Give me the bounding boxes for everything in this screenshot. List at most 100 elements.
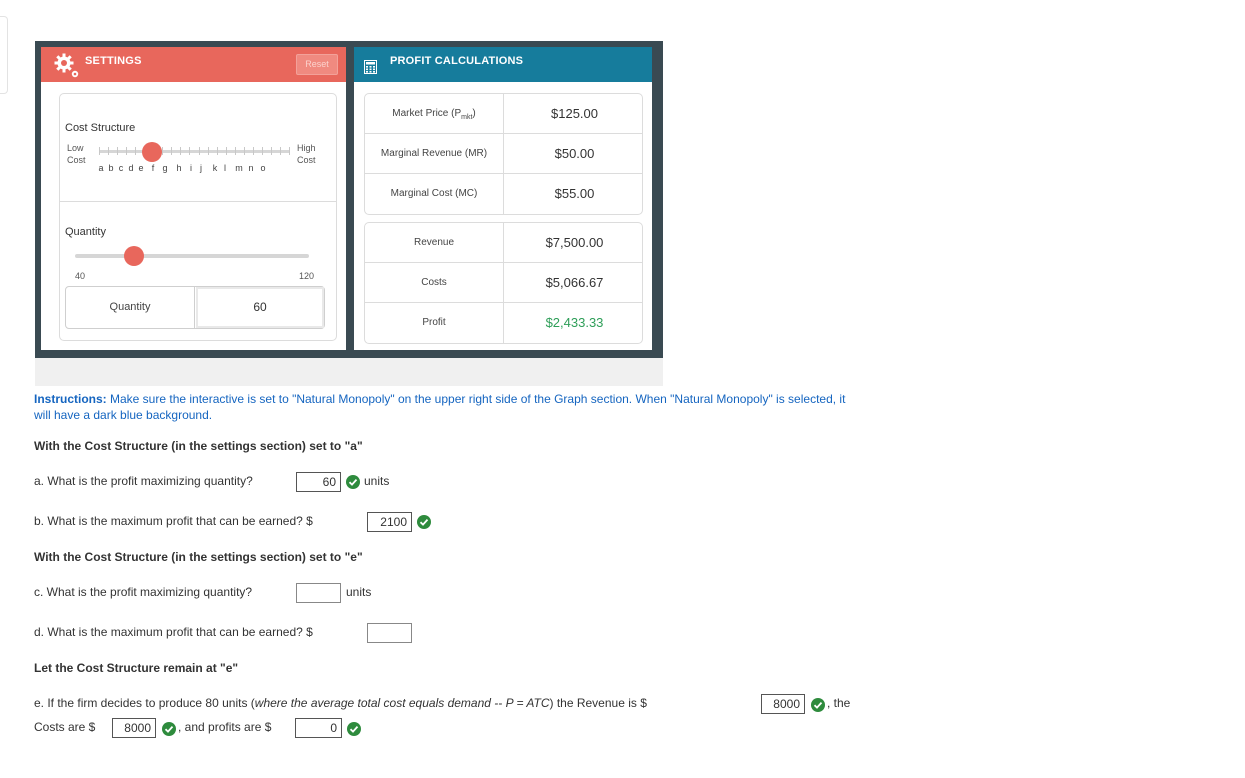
instructions: Instructions: Make sure the interactive … [34, 391, 854, 423]
slider-tick [243, 147, 245, 155]
settings-controls: Cost Structure Low Cost High Cost abcdef… [59, 93, 337, 341]
quantity-slider-track[interactable] [75, 254, 309, 258]
market-price-subscript: mkt [461, 114, 473, 121]
left-edge-strip [0, 16, 8, 94]
cost-structure-option[interactable]: j [196, 163, 206, 173]
answer-e-revenue-input[interactable]: 8000 [761, 694, 805, 714]
question-e-start: e. If the firm decides to produce 80 uni… [34, 696, 255, 710]
answer-c-input[interactable] [296, 583, 341, 603]
cost-structure-option[interactable]: a [96, 163, 106, 173]
widget-frame: SETTINGS Reset Cost Structure Low Cost H… [35, 41, 663, 358]
slider-tick [289, 147, 290, 155]
profit-label: Profit [365, 303, 504, 343]
table-row: Marginal Cost (MC) $55.00 [365, 174, 642, 214]
revenue-value: $7,500.00 [545, 235, 604, 250]
marginal-cost-label: Marginal Cost (MC) [365, 174, 504, 214]
high-cost-line-2: Cost [297, 155, 316, 165]
market-price-value: $125.00 [551, 106, 598, 121]
slider-tick [252, 147, 254, 155]
slider-tick [189, 147, 191, 155]
reset-button[interactable]: Reset [296, 54, 338, 75]
question-a: a. What is the profit maximizing quantit… [34, 474, 253, 488]
cost-structure-slider-thumb[interactable] [142, 142, 162, 162]
cost-structure-option[interactable]: f [148, 163, 158, 173]
question-c: c. What is the profit maximizing quantit… [34, 585, 253, 599]
cost-structure-slider-track[interactable] [99, 150, 289, 153]
question-b: b. What is the maximum profit that can b… [34, 514, 313, 528]
revenue-label: Revenue [365, 223, 504, 262]
cost-structure-option[interactable]: h [174, 163, 184, 173]
cost-structure-option[interactable]: o [258, 163, 268, 173]
question-e: e. If the firm decides to produce 80 uni… [34, 696, 647, 710]
profit-calculations-panel: PROFIT CALCULATIONS Market Price (Pmkt) … [354, 47, 652, 350]
answer-e-costs-input[interactable]: 8000 [112, 718, 156, 738]
check-icon [417, 515, 431, 529]
quantity-min-label: 40 [75, 271, 86, 281]
slider-tick [207, 147, 209, 155]
table-row: Costs $5,066.67 [365, 263, 642, 303]
table-row: Revenue $7,500.00 [365, 223, 642, 263]
quantity-slider-thumb[interactable] [124, 246, 144, 266]
costs-value: $5,066.67 [545, 275, 604, 290]
cost-structure-option[interactable]: m [234, 163, 244, 173]
cost-structure-option[interactable]: l [220, 163, 230, 173]
settings-title: SETTINGS [85, 55, 142, 67]
cost-structure-option[interactable]: b [106, 163, 116, 173]
settings-header: SETTINGS Reset [41, 47, 346, 82]
slider-tick [99, 147, 100, 155]
marginal-cost-value: $55.00 [554, 186, 595, 201]
check-icon [162, 722, 176, 736]
table-row: Marginal Revenue (MR) $50.00 [365, 134, 642, 174]
high-cost-line-1: High [297, 143, 316, 153]
heading-remain-e: Let the Cost Structure remain at "e" [34, 661, 239, 675]
table-row: Profit $2,433.33 [365, 303, 642, 343]
slider-tick [126, 147, 128, 155]
slider-tick [108, 147, 110, 155]
cost-structure-option[interactable]: c [116, 163, 126, 173]
monopoly-widget: SETTINGS Reset Cost Structure Low Cost H… [35, 41, 663, 386]
check-icon [811, 698, 825, 712]
question-e-costs: Costs are $ [34, 720, 96, 734]
market-price-text: Market Price (P [392, 108, 462, 119]
quantity-label: Quantity [65, 226, 106, 238]
quantity-input[interactable]: 60 [196, 287, 324, 328]
answer-a-unit: units [364, 474, 390, 488]
answer-e-profits-input[interactable]: 0 [295, 718, 342, 738]
marginal-revenue-label: Marginal Revenue (MR) [365, 134, 504, 173]
slider-tick [279, 147, 281, 155]
quantity-max-label: 120 [299, 271, 315, 281]
slider-tick [135, 147, 137, 155]
slider-tick [261, 147, 263, 155]
profit-calculations-title: PROFIT CALCULATIONS [390, 55, 524, 67]
calculator-icon [364, 60, 377, 74]
profit-table: Revenue $7,500.00 Costs $5,066.67 Profit… [364, 222, 643, 344]
answer-d-input[interactable] [367, 623, 412, 643]
slider-tick [270, 147, 272, 155]
cost-structure-option[interactable]: n [246, 163, 256, 173]
costs-label: Costs [365, 263, 504, 302]
high-cost-label: High Cost [297, 142, 316, 166]
slider-tick [216, 147, 218, 155]
question-e-italic: where the average total cost equals dema… [254, 696, 550, 710]
marginal-revenue-value: $50.00 [554, 146, 595, 161]
low-cost-line-1: Low [67, 143, 84, 153]
answer-b-input[interactable]: 2100 [367, 512, 412, 532]
slider-tick [198, 147, 200, 155]
gear-icon [54, 53, 79, 78]
table-row: Market Price (Pmkt) $125.00 [365, 94, 642, 134]
cost-structure-option[interactable]: i [186, 163, 196, 173]
cost-structure-option[interactable]: k [210, 163, 220, 173]
low-cost-line-2: Cost [67, 155, 86, 165]
check-icon [347, 722, 361, 736]
answer-c-unit: units [346, 585, 372, 599]
slider-tick [234, 147, 236, 155]
market-price-label: Market Price (Pmkt) [365, 94, 504, 133]
cost-structure-option[interactable]: e [136, 163, 146, 173]
heading-cost-structure-a: With the Cost Structure (in the settings… [34, 439, 363, 453]
question-e-the: , the [827, 696, 851, 710]
settings-panel: SETTINGS Reset Cost Structure Low Cost H… [41, 47, 346, 350]
low-cost-label: Low Cost [67, 142, 86, 166]
answer-a-input[interactable]: 60 [296, 472, 341, 492]
cost-structure-option[interactable]: g [160, 163, 170, 173]
cost-structure-option[interactable]: d [126, 163, 136, 173]
